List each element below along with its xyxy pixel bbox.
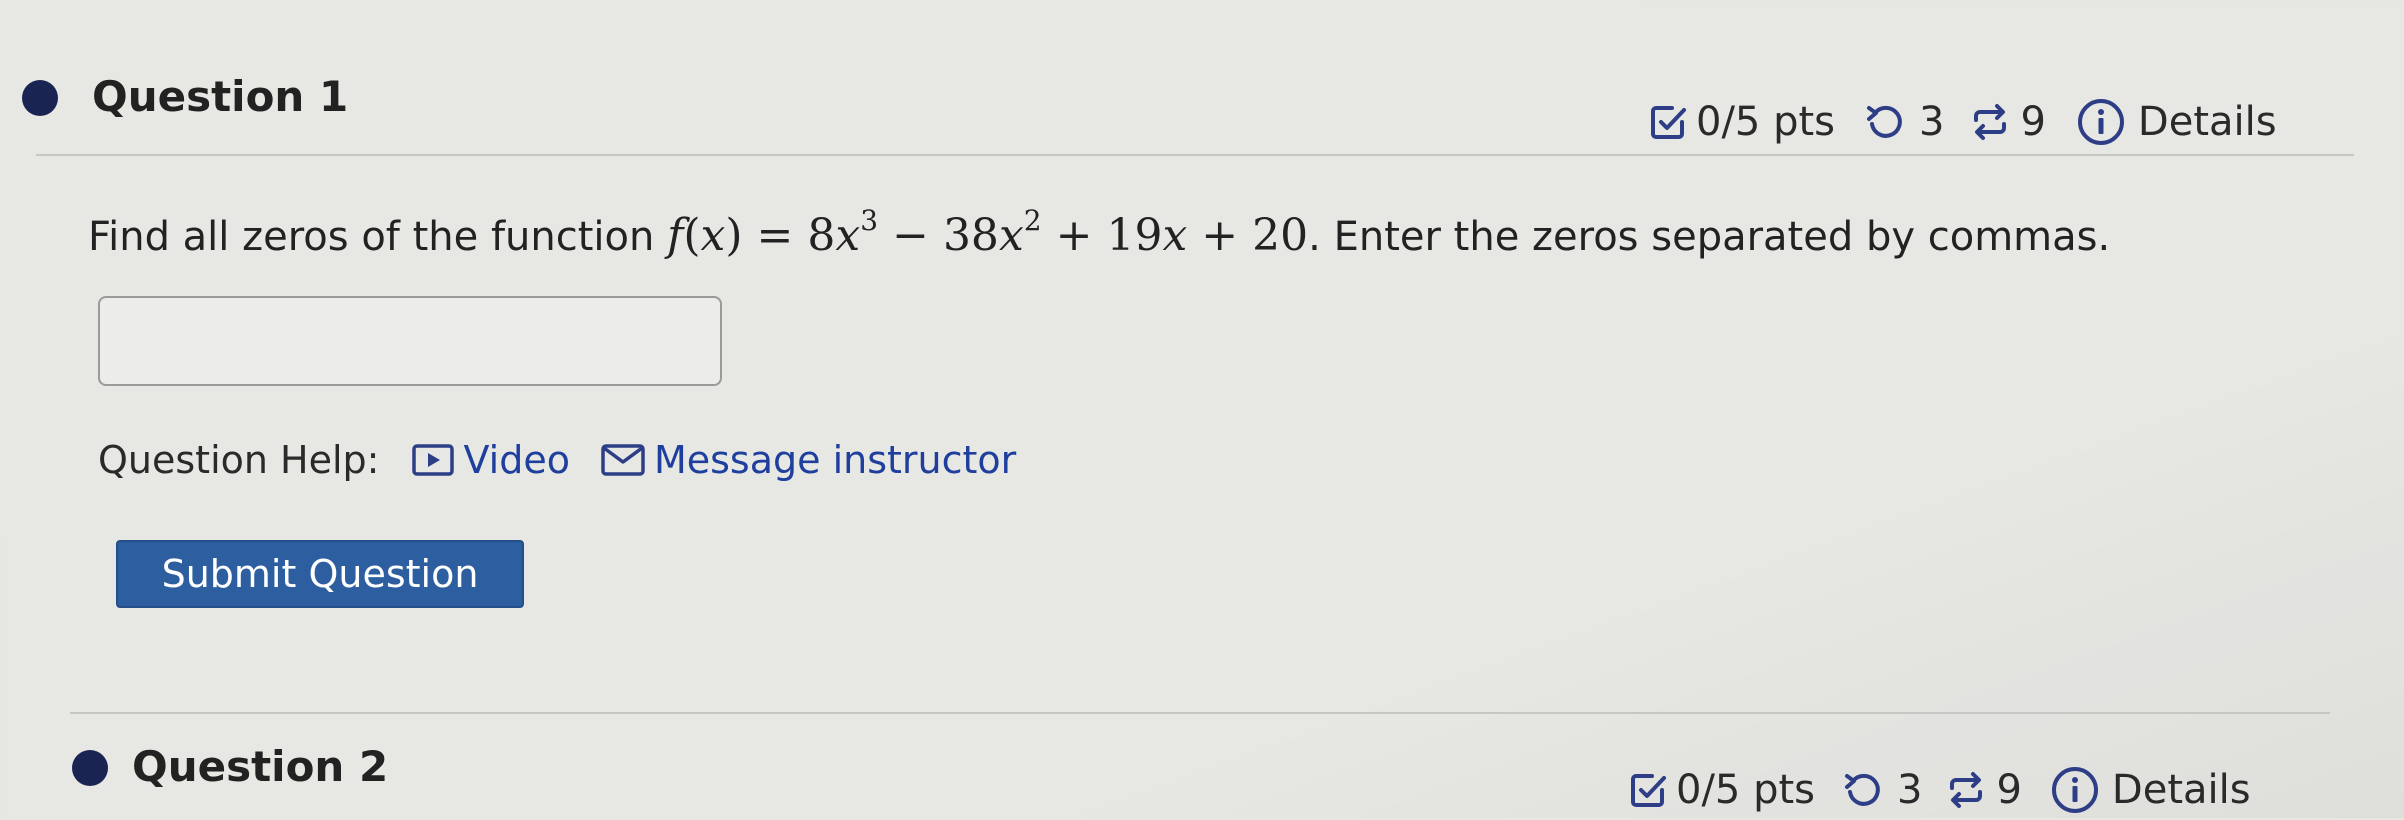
video-link-label: Video [463, 438, 570, 482]
versions-count: 9 [2020, 99, 2046, 145]
video-link[interactable]: Video [411, 438, 570, 482]
message-instructor-label: Message instructor [653, 438, 1017, 482]
question-1-prompt: Find all zeros of the function f(x) = 8x… [88, 204, 2111, 262]
question-2-meta: 0/5 pts 3 9 Details [1628, 760, 2251, 820]
attempts-count: 3 [1897, 767, 1923, 813]
details-button[interactable]: Details [2076, 97, 2277, 147]
prompt-text-after: . Enter the zeros separated by commas. [1308, 214, 2111, 260]
versions-count: 9 [1996, 767, 2022, 813]
points-value: 0/5 pts [1676, 767, 1816, 813]
question-1-divider [36, 154, 2354, 156]
message-instructor-link[interactable]: Message instructor [600, 438, 1016, 482]
op-3: + [1201, 210, 1239, 261]
checkbox-icon [1648, 102, 1688, 142]
info-icon [2050, 765, 2100, 815]
question-2-title: Question 2 [132, 742, 389, 791]
question-2-status-dot [72, 750, 108, 786]
var-cubic: x [835, 210, 861, 261]
var-quadratic: x [998, 210, 1024, 261]
submit-question-button[interactable]: Submit Question [116, 540, 524, 608]
retry-icon [1843, 770, 1883, 810]
coef-cubic: 8 [807, 210, 836, 261]
coef-quadratic: 38 [942, 210, 999, 261]
details-button[interactable]: Details [2050, 765, 2251, 815]
exp-quadratic: 2 [1023, 204, 1042, 237]
details-label: Details [2111, 767, 2251, 813]
question-separator [70, 712, 2330, 714]
question-1-title: Question 1 [92, 72, 349, 121]
var-linear: x [1162, 210, 1188, 261]
prompt-text-before: Find all zeros of the function [88, 214, 655, 260]
op-1: − [892, 210, 929, 261]
details-label: Details [2137, 99, 2277, 145]
function-expression: f(x) = 8x3 − 38x2 + 19x + 20 [667, 204, 1309, 262]
op-2: + [1055, 210, 1093, 261]
answer-input[interactable] [98, 296, 722, 386]
points-value: 0/5 pts [1696, 99, 1836, 145]
question-1-meta: 0/5 pts 3 9 Details [1648, 92, 2277, 152]
question-1-status-dot [22, 80, 58, 116]
info-icon [2076, 97, 2126, 147]
constant-term: 20 [1252, 210, 1309, 261]
function-name: f [667, 210, 684, 261]
retry-icon [1865, 102, 1905, 142]
question-help-row: Question Help: Video Message instructor [98, 432, 1016, 488]
shuffle-icon [1970, 102, 2010, 142]
attempts-count: 3 [1919, 99, 1945, 145]
envelope-icon [600, 442, 646, 478]
exp-cubic: 3 [860, 204, 879, 237]
equals-sign: = [756, 210, 794, 261]
function-variable: x [700, 210, 726, 261]
question-help-label: Question Help: [98, 438, 380, 482]
coef-linear: 19 [1106, 210, 1163, 261]
video-play-icon [411, 442, 455, 478]
checkbox-icon [1628, 770, 1668, 810]
shuffle-icon [1946, 770, 1986, 810]
